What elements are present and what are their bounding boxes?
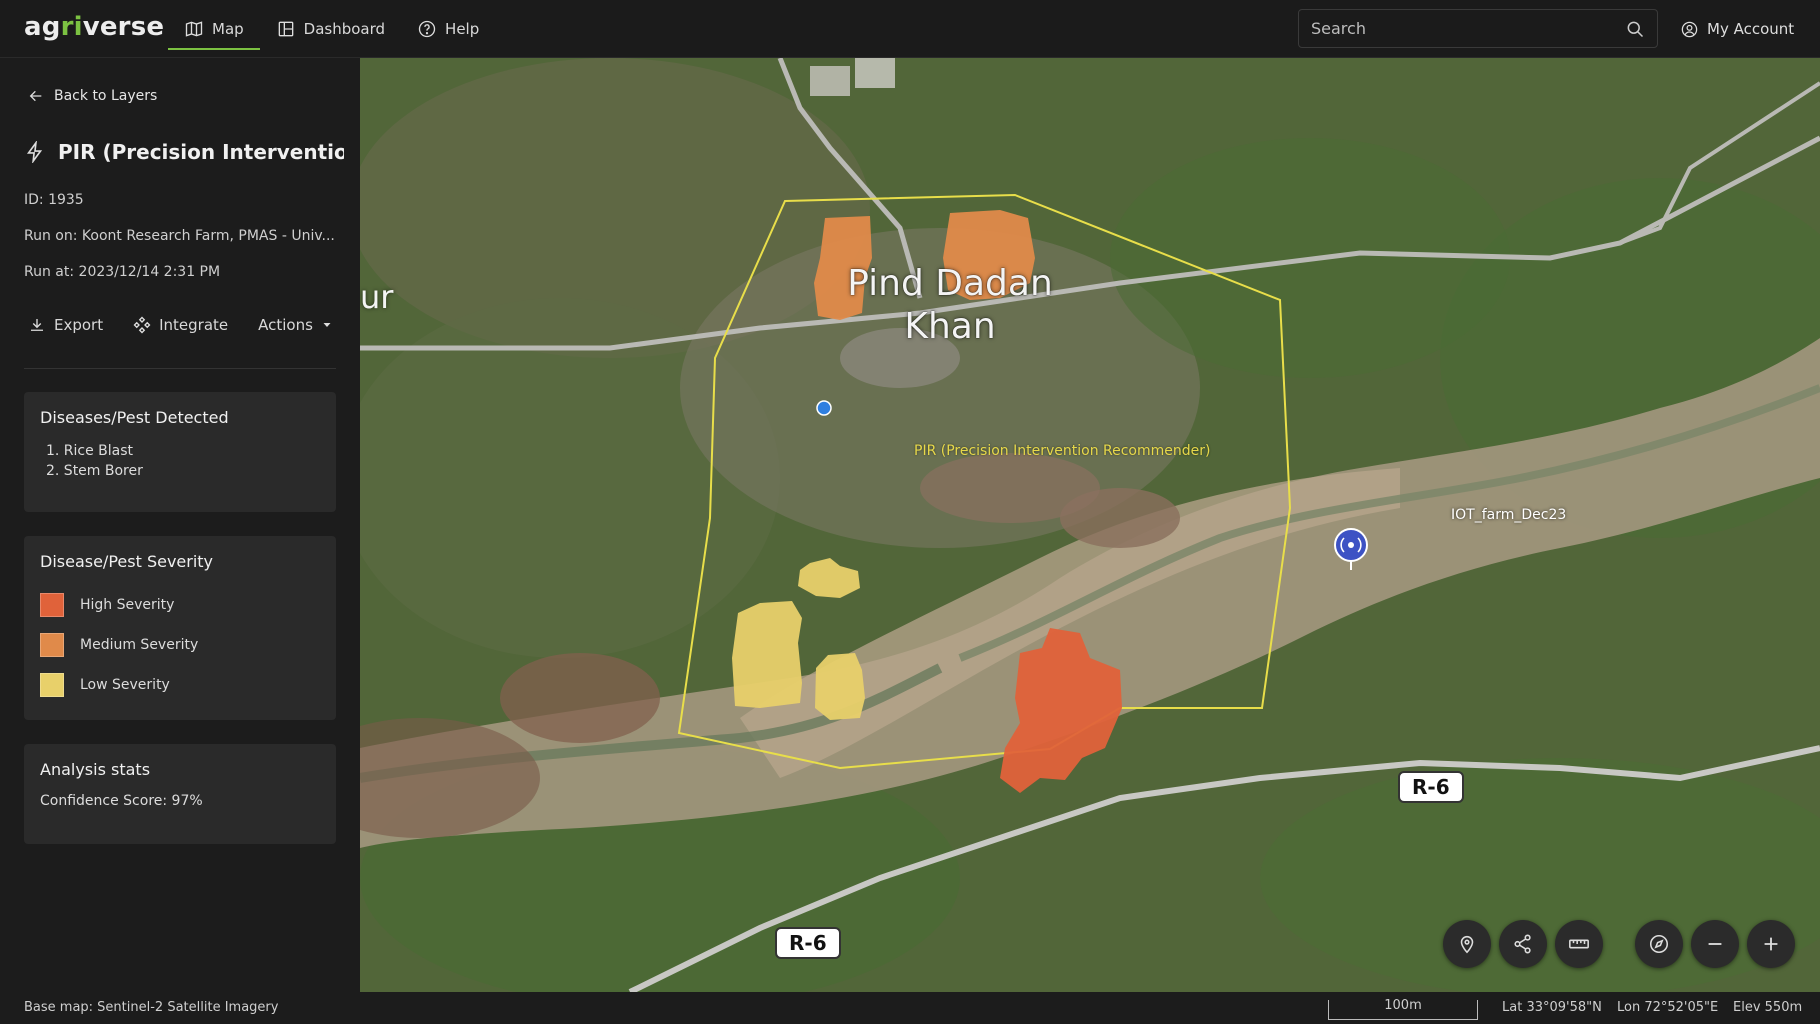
actions-dropdown[interactable]: Actions: [258, 316, 333, 334]
latitude-readout: Lat 33°09'58"N: [1502, 1000, 1602, 1015]
actions-label: Actions: [258, 316, 313, 334]
medium-severity-swatch: [40, 633, 64, 657]
measure-button[interactable]: [1555, 920, 1603, 968]
zoom-in-icon: [1764, 937, 1778, 951]
map-canvas[interactable]: ur Pind Dadan Khan PIR (Precision Interv…: [360, 58, 1820, 992]
layer-title-text: PIR (Precision Interventio...: [58, 140, 344, 164]
share-button[interactable]: [1499, 920, 1547, 968]
divider: [24, 368, 336, 369]
severity-legend-card: Disease/Pest Severity High Severity Medi…: [24, 536, 336, 720]
compass-icon: [1649, 934, 1669, 954]
nav-dashboard[interactable]: Dashboard: [260, 0, 401, 58]
layer-detail-panel: Back to Layers PIR (Precision Interventi…: [0, 58, 360, 992]
town-label: Pind Dadan Khan: [840, 262, 1060, 348]
nav-help[interactable]: Help: [401, 0, 495, 58]
legend-label: High Severity: [80, 597, 175, 613]
search-input[interactable]: [1311, 19, 1625, 38]
layer-run-on: Run on: Koont Research Farm, PMAS - Univ…: [24, 228, 334, 244]
scale-label: 100m: [1384, 998, 1422, 1013]
analysis-stats-card: Analysis stats Confidence Score: 97%: [24, 744, 336, 844]
download-icon: [31, 319, 43, 331]
ruler-icon: [1569, 939, 1589, 949]
share-icon: [1514, 934, 1531, 954]
nav-dashboard-label: Dashboard: [303, 20, 386, 38]
search-icon[interactable]: [1625, 19, 1645, 39]
layer-run-at: Run at: 2023/12/14 2:31 PM: [24, 264, 221, 280]
road-label: R-6: [775, 927, 841, 959]
legend-label: Low Severity: [80, 677, 170, 693]
zoom-out-button[interactable]: [1691, 920, 1739, 968]
legend-low: Low Severity: [40, 665, 320, 705]
stats-title: Analysis stats: [40, 760, 151, 779]
pir-layer-label[interactable]: PIR (Precision Intervention Recommender): [914, 443, 1210, 459]
diseases-card: Diseases/Pest Detected 1. Rice Blast 2. …: [24, 392, 336, 512]
arrow-left-icon: [29, 90, 42, 102]
main-nav: Map Dashboard Help: [168, 0, 495, 58]
legend-high: High Severity: [40, 585, 320, 625]
user-icon: [1681, 21, 1698, 37]
confidence-score: Confidence Score: 97%: [40, 793, 203, 809]
integrate-icon: [133, 316, 151, 334]
help-icon: [418, 20, 436, 38]
my-account-label: My Account: [1707, 20, 1795, 38]
location-pin-icon: [1460, 935, 1474, 954]
layer-actions: Export Integrate Actions: [28, 316, 363, 334]
my-account-button[interactable]: My Account: [1680, 0, 1794, 58]
elevation-readout: Elev 550m: [1733, 1000, 1803, 1015]
zoom-out-icon: [1708, 943, 1722, 945]
export-label: Export: [54, 316, 104, 334]
road-label: R-6: [1398, 771, 1464, 803]
status-bar: Base map: Sentinel-2 Satellite Imagery 1…: [0, 992, 1820, 1024]
caret-down-icon: [323, 323, 331, 327]
town-label-line1: Pind Dadan: [847, 263, 1053, 304]
disease-item: 2. Stem Borer: [46, 463, 143, 479]
scale-bar: 100m: [1328, 998, 1478, 1020]
location-pin-button[interactable]: [1443, 920, 1491, 968]
nav-help-label: Help: [445, 20, 480, 38]
town-label-line2: Khan: [904, 306, 996, 347]
top-nav-bar: agriverse Map Dashboard Help My Account: [0, 0, 1820, 58]
nav-map[interactable]: Map: [168, 0, 260, 58]
agriverse-logo[interactable]: agriverse: [24, 12, 164, 42]
iot-device-label[interactable]: IOT_farm_Dec23: [1451, 507, 1566, 523]
low-severity-swatch: [40, 673, 64, 697]
map-icon: [185, 21, 203, 37]
legend-medium: Medium Severity: [40, 625, 320, 665]
legend-label: Medium Severity: [80, 637, 199, 653]
disease-item: 1. Rice Blast: [46, 443, 134, 459]
back-label: Back to Layers: [54, 88, 158, 104]
layer-id: ID: 1935: [24, 192, 84, 208]
lightning-icon: [26, 141, 43, 163]
integrate-label: Integrate: [159, 316, 229, 334]
diseases-title: Diseases/Pest Detected: [40, 408, 229, 427]
zoom-in-button[interactable]: [1747, 920, 1795, 968]
basemap-credit: Base map: Sentinel-2 Satellite Imagery: [24, 1000, 279, 1015]
dashboard-icon: [278, 21, 293, 37]
high-severity-swatch: [40, 593, 64, 617]
layer-title: PIR (Precision Interventio...: [24, 140, 344, 164]
search-box: [1298, 9, 1658, 48]
integrate-button[interactable]: Integrate: [133, 316, 228, 334]
nav-map-label: Map: [212, 20, 244, 38]
compass-button[interactable]: [1635, 920, 1683, 968]
diseases-list: 1. Rice Blast 2. Stem Borer: [40, 441, 320, 481]
town-label-partial: ur: [360, 278, 394, 316]
back-to-layers-link[interactable]: Back to Layers: [28, 88, 157, 104]
export-button[interactable]: Export: [28, 316, 103, 334]
severity-title: Disease/Pest Severity: [40, 552, 214, 571]
longitude-readout: Lon 72°52'05"E: [1617, 1000, 1719, 1015]
satellite-basemap: [360, 58, 1820, 992]
